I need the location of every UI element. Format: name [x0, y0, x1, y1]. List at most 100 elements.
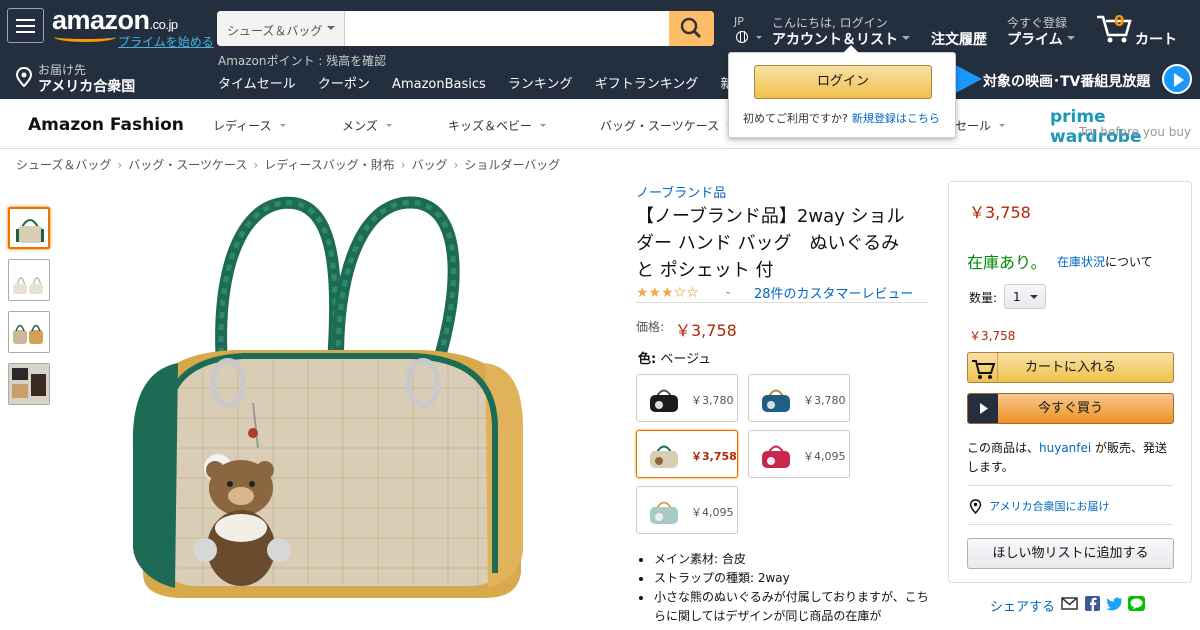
handbag-thumbnail-icon	[16, 219, 44, 243]
fashion-nav-sale[interactable]: セール	[955, 117, 1005, 134]
location-pin-icon	[969, 499, 982, 514]
sub-navigation: タイムセール クーポン AmazonBasics ランキング ギフトランキング …	[218, 73, 777, 92]
color-selection-label: 色: ベージュ	[638, 352, 712, 367]
breadcrumb-separator-icon: ›	[453, 158, 459, 172]
breadcrumb-item[interactable]: シューズ＆バッグ	[16, 158, 111, 172]
add-to-cart-button[interactable]: カートに入れる	[967, 352, 1174, 383]
breadcrumb-item[interactable]: バッグ	[412, 158, 448, 172]
search-icon	[680, 17, 702, 39]
twitter-icon[interactable]	[1106, 596, 1123, 611]
amazon-smile-icon	[54, 32, 116, 42]
star-rating[interactable]: ★★★☆☆	[636, 285, 699, 301]
product-main-image[interactable]	[123, 178, 531, 630]
seller-link[interactable]: huyanfei	[1039, 441, 1091, 455]
nav-amazonbasics[interactable]: AmazonBasics	[392, 77, 486, 92]
swatch-price: ￥4,095	[691, 506, 734, 519]
swatch-price: ￥4,095	[803, 450, 846, 463]
thumbnail-image[interactable]	[8, 259, 50, 301]
color-swatch-red[interactable]: ￥4,095	[748, 430, 850, 478]
line-icon[interactable]	[1128, 596, 1145, 611]
nav-gift-ranking[interactable]: ギフトランキング	[595, 77, 699, 92]
globe-icon[interactable]	[736, 31, 748, 43]
quantity-label: 数量:	[969, 291, 998, 305]
swatch-price: ￥3,780	[691, 394, 734, 407]
buybox-price: ￥3,758	[969, 203, 1031, 222]
nav-time-sale[interactable]: タイムセール	[218, 77, 296, 92]
play-icon	[968, 394, 998, 423]
stock-status: 在庫あり。	[967, 253, 1047, 272]
top-navigation-bar: amazon.co.jp プライムを始める シューズ＆バッグ JP こんにちは,…	[0, 0, 1200, 99]
color-swatch-black[interactable]: ￥3,780	[636, 374, 738, 422]
star-empty-icon: ☆☆	[673, 285, 699, 301]
stock-status-link[interactable]: 在庫状況	[1057, 253, 1105, 270]
search-category-dropdown[interactable]: シューズ＆バッグ	[217, 11, 345, 46]
handbag-swatch-icon	[650, 501, 678, 524]
brand-link[interactable]: ノーブランド品	[636, 182, 726, 201]
nav-coupon[interactable]: クーポン	[318, 77, 370, 92]
breadcrumb-item[interactable]: バッグ・スーツケース	[128, 158, 247, 172]
divider	[636, 302, 928, 303]
customer-reviews-link[interactable]: 28件のカスタマーレビュー	[754, 283, 914, 302]
thumbnail-image[interactable]	[8, 207, 50, 249]
account-lists-menu[interactable]: アカウント＆リスト	[772, 29, 910, 49]
chevron-down-icon[interactable]: ⌄	[724, 286, 732, 297]
cart-count: 0	[1114, 12, 1125, 30]
fashion-nav-bags[interactable]: バッグ・スーツケース	[600, 117, 733, 134]
chevron-down-icon	[1066, 36, 1075, 44]
fashion-nav-mens[interactable]: メンズ	[342, 117, 392, 134]
login-button[interactable]: ログイン	[754, 65, 932, 99]
feature-bullet: ストラップの種類: 2way	[636, 569, 932, 588]
orders-link[interactable]: 注文履歴	[931, 29, 987, 49]
prime-start-link[interactable]: プライムを始める	[118, 33, 214, 50]
account-flyout: ログイン 初めてご利用ですか? 新規登録はこちら	[728, 45, 956, 138]
breadcrumb-separator-icon: ›	[253, 158, 259, 172]
handbag-thumbnail-icon	[9, 364, 49, 404]
star-filled-icon: ★★★	[636, 285, 674, 301]
feature-bullet: メイン素材: 合皮	[636, 550, 932, 569]
search-button[interactable]	[669, 11, 714, 46]
stock-about-text: について	[1105, 255, 1153, 269]
color-swatch-blue[interactable]: ￥3,780	[748, 374, 850, 422]
email-icon[interactable]	[1061, 596, 1078, 611]
facebook-icon[interactable]	[1084, 596, 1101, 611]
amazon-points-link[interactable]: Amazonポイント : 残高を確認	[218, 52, 386, 69]
hamburger-menu-icon[interactable]	[7, 8, 44, 43]
buybox-subtotal-price: ￥3,758	[969, 329, 1016, 343]
fashion-nav-ladies[interactable]: レディース	[213, 117, 286, 134]
register-link[interactable]: 新規登録はこちら	[852, 112, 940, 125]
breadcrumb: シューズ＆バッグ › バッグ・スーツケース › レディースバッグ・財布 › バッグ › ショルダ…	[16, 156, 560, 173]
language-caret-icon	[756, 36, 762, 42]
play-icon[interactable]	[1162, 64, 1192, 94]
handbag-thumbnail-icon	[13, 324, 43, 344]
cart-label[interactable]: カート	[1135, 29, 1177, 49]
language-label[interactable]: JP	[734, 15, 744, 28]
deliver-to-country[interactable]: アメリカ合衆国	[38, 76, 135, 96]
nav-ranking[interactable]: ランキング	[508, 77, 573, 92]
search-input[interactable]	[345, 11, 669, 46]
breadcrumb-item[interactable]: レディースバッグ・財布	[264, 158, 395, 172]
deliver-to-link[interactable]: アメリカ合衆国にお届け	[989, 498, 1109, 514]
fashion-nav-kids-baby[interactable]: キッズ＆ベビー	[448, 117, 546, 134]
handbag-swatch-icon	[762, 389, 790, 412]
color-swatch-mint[interactable]: ￥4,095	[636, 486, 738, 534]
seller-info: この商品は、huyanfei が販売、発送します。	[967, 441, 1168, 474]
prime-video-promo[interactable]: 対象の映画･TV番組見放題	[983, 71, 1150, 91]
thumbnail-image[interactable]	[8, 311, 50, 353]
breadcrumb-item[interactable]: ショルダーバッグ	[464, 158, 560, 172]
thumbnail-image[interactable]	[8, 363, 50, 405]
quantity-select[interactable]: 1	[1004, 284, 1046, 309]
location-pin-icon[interactable]	[14, 67, 34, 87]
buy-now-button[interactable]: 今すぐ買う	[967, 393, 1174, 424]
search-bar: シューズ＆バッグ	[217, 11, 714, 46]
handbag-swatch-icon	[762, 445, 790, 468]
thumbnail-strip	[8, 207, 50, 415]
product-title: 【ノーブランド品】2way ショルダー ハンド バッグ ぬいぐるみ と ポシェッ…	[636, 206, 905, 281]
color-swatch-beige[interactable]: ￥3,758	[636, 430, 738, 478]
handbag-thumbnail-icon	[13, 277, 43, 294]
add-to-wishlist-button[interactable]: ほしい物リストに追加する	[967, 538, 1174, 569]
divider	[967, 485, 1173, 486]
prime-menu[interactable]: プライム	[1007, 29, 1075, 49]
amazon-fashion-title[interactable]: Amazon Fashion	[28, 115, 184, 135]
handbag-swatch-icon	[650, 445, 678, 468]
handbag-swatch-icon	[650, 389, 678, 412]
